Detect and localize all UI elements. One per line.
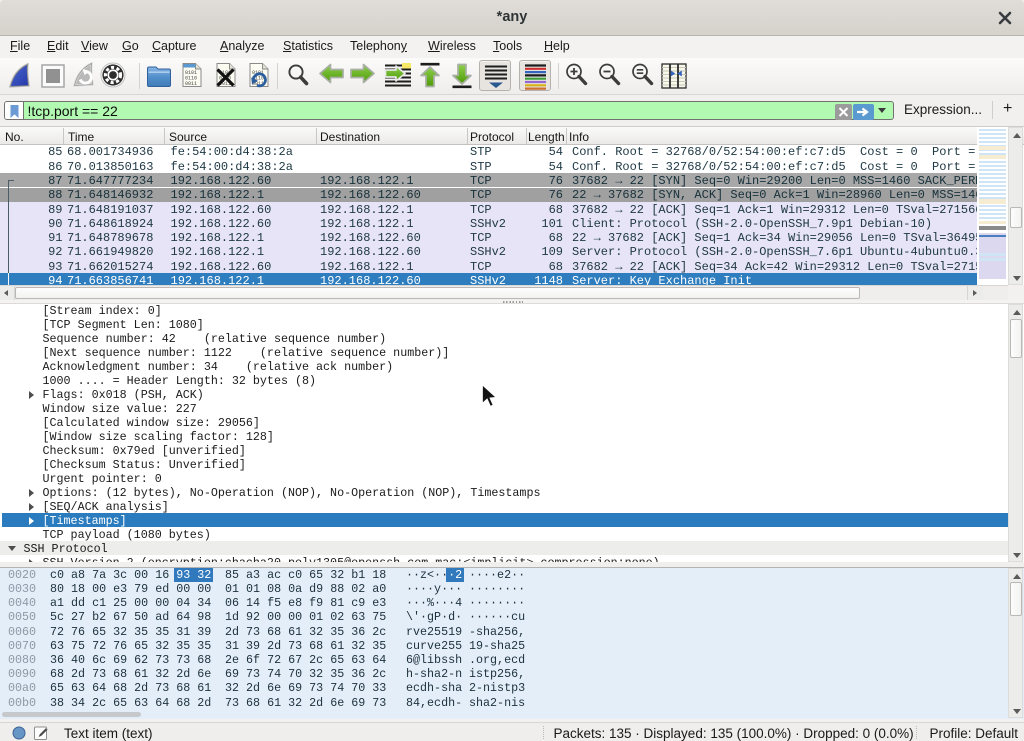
svg-text:0011: 0011: [185, 81, 197, 87]
